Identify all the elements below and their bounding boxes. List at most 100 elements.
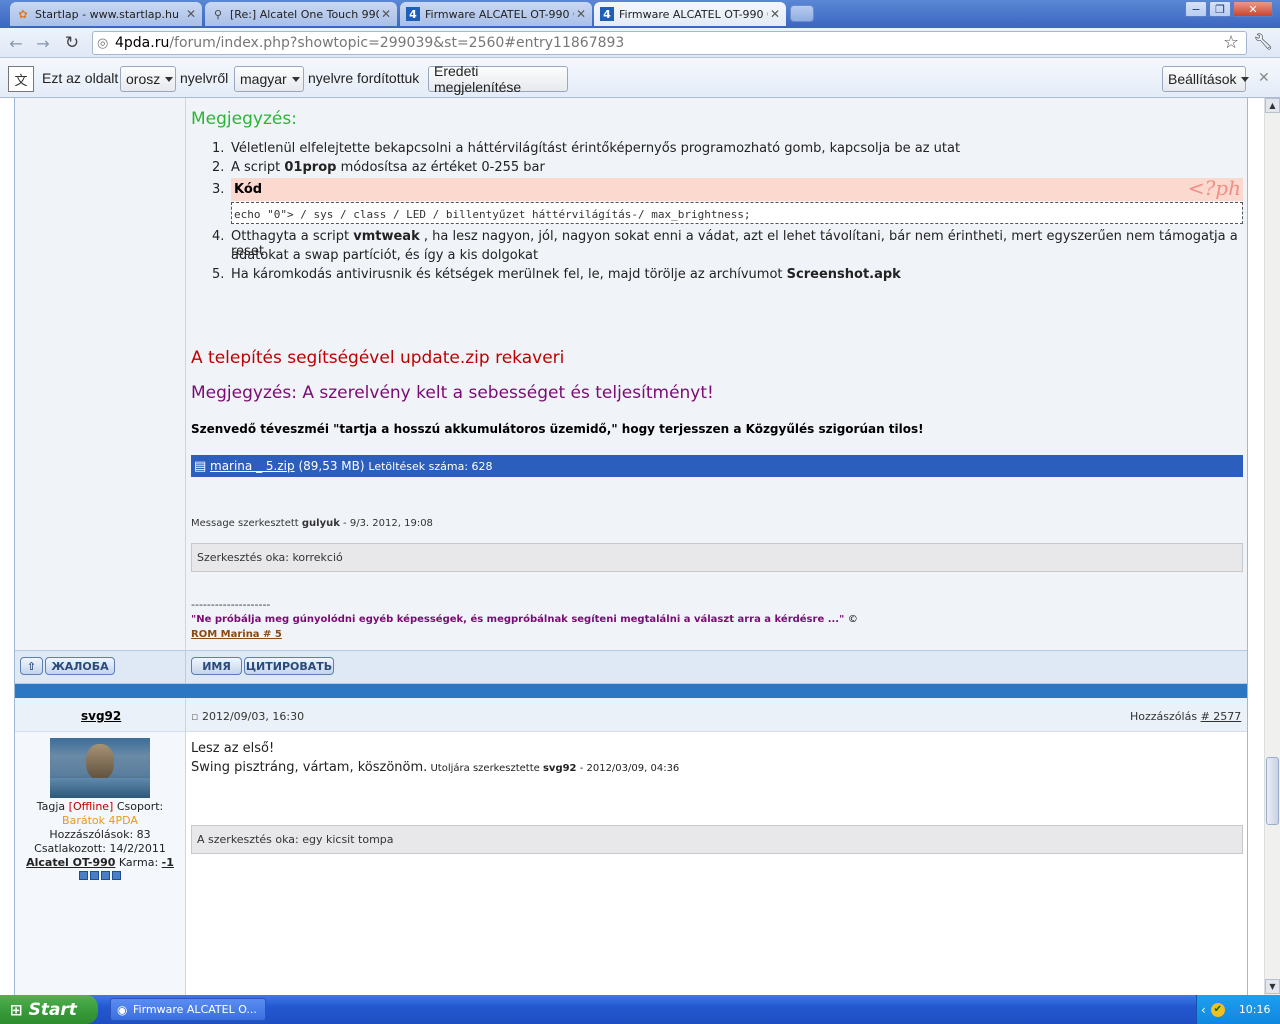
signature-quote: "Ne próbálja meg gúnyolódni egyéb képess… [191,614,858,625]
tab-title: Firmware ALCATEL OT-990 OS [619,7,768,21]
avatar-water [50,778,150,798]
tab-title: Startlap - www.startlap.hu [35,7,179,21]
minimize-button[interactable]: − [1185,1,1207,17]
code-watermark: <?ph [1187,176,1241,200]
4pda-icon: 4 [406,7,420,21]
source-language-value: orosz [126,71,161,87]
signature-link[interactable]: ROM Marina # 5 [191,629,282,640]
complain-button[interactable]: ЖАЛОБА [45,657,115,675]
quote-button[interactable]: ЦИТИРОВАТЬ [244,657,334,675]
back-arrow-icon[interactable]: ← [5,33,27,53]
start-button[interactable]: ⊞ Start [0,995,98,1024]
attachment-link[interactable]: marina _ 5.zip [210,459,295,473]
reload-icon[interactable]: ↻ [61,33,83,53]
chevron-down-icon [291,76,300,82]
post2-line1: Lesz az első! [191,741,275,756]
post-count: Hozzászólások: 83 [49,828,151,841]
tab-firmware-1[interactable]: 4 Firmware ALCATEL OT-990 OS ✕ [400,2,592,26]
avatar [50,738,150,798]
close-window-button[interactable]: ✕ [1233,1,1273,17]
forward-arrow-icon[interactable]: → [32,33,54,53]
chrome-icon: ◉ [117,1002,128,1017]
note2-heading: Megjegyzés: A szerelvény kelt a sebesség… [191,383,714,403]
edit-inline-text: Utoljára szerkesztette [427,763,543,774]
windows-logo-icon: ⊞ [10,1000,23,1019]
attachment-bar: ▤ marina _ 5.zip (89,53 MB) Letöltések s… [191,455,1243,477]
close-icon[interactable]: ✕ [379,7,393,21]
post2-edit-inline: Utoljára szerkesztette svg92 - 2012/03/0… [427,763,679,774]
system-tray: ‹ ✔ 10:16 [1196,995,1280,1024]
status-badge: [Offline] [68,800,114,813]
translate-prefix: Ezt az oldalt [42,70,119,86]
post-number-label: Hozzászólás [1130,710,1198,723]
tab-title: [Re:] Alcatel One Touch 990 - [230,7,379,21]
edit-date: - 2012/03/09, 04:36 [576,763,680,774]
download-count: Letöltések száma: 628 [368,459,493,473]
taskbar-item-chrome[interactable]: ◉ Firmware ALCATEL O... [110,998,266,1021]
edit-reason-box: Szerkesztés oka: korrekció [191,543,1243,572]
tray-expand-icon[interactable]: ‹ [1201,1003,1206,1017]
close-icon[interactable]: ✕ [184,7,198,21]
post2-date: 2012/09/03, 16:30 [201,710,305,723]
post2-text: Swing pisztráng, vártam, köszönöm. [191,760,428,775]
avatar-figure [86,744,114,780]
device-link[interactable]: Alcatel OT-990 [26,856,115,869]
settings-label: Beállítások [1168,71,1237,87]
post2-profile: Tagja [Offline] Csoport: Barátok 4PDA Ho… [15,800,185,880]
address-bar[interactable]: ◎ 4pda.ru/forum/index.php?showtopic=2990… [92,31,1247,55]
scroll-down-arrow-icon[interactable]: ▼ [1265,979,1280,994]
close-translate-bar-icon[interactable]: ✕ [1258,70,1270,86]
target-language-select[interactable]: magyar [234,66,304,92]
page-scrollbar[interactable] [1264,98,1280,995]
edit-date: - 9/3. 2012, 19:08 [339,518,433,529]
clock: 10:16 [1238,1003,1271,1016]
startlap-icon: ✿ [18,7,28,21]
list-number: 3. [212,182,225,197]
member-label: Tagja [36,800,66,813]
tab-firmware-active[interactable]: 4 Firmware ALCATEL OT-990 OS ✕ [594,2,786,26]
new-tab-button[interactable] [790,5,814,22]
chevron-down-icon [165,76,174,82]
scroll-top-icon[interactable]: ⇧ [20,657,43,675]
tab-title: Firmware ALCATEL OT-990 OS [425,7,574,21]
search-icon: ⚲ [213,7,223,21]
list-item-text: Otthagyta a script [231,229,354,244]
bookmark-star-icon[interactable]: ☆ [1223,32,1239,53]
post2-number: Hozzászólás # 2577 [1130,710,1241,723]
post-number-link[interactable]: # 2577 [1201,710,1242,723]
show-original-button[interactable]: Eredeti megjelenítése [428,63,568,95]
scroll-up-arrow-icon[interactable]: ▲ [1265,98,1280,113]
rank-pip [101,871,110,880]
name-button[interactable]: ИМЯ [191,657,242,675]
karma-label: Karma: [115,856,162,869]
restore-button[interactable]: ❐ [1209,1,1231,17]
edit-note-text: Message szerkesztett [191,518,302,529]
post2-date-row: ▫ 2012/09/03, 16:30 [191,710,304,723]
signature-quote-text: "Ne próbálja meg gúnyolódni egyéb képess… [191,614,845,625]
code-header: Kód <?ph [231,176,1243,201]
post2-author[interactable]: svg92 [81,709,121,723]
tab-startlap[interactable]: ✿ Startlap - www.startlap.hu ✕ [10,2,202,26]
rank-pip [112,871,121,880]
wrench-icon[interactable]: 🔧︎ [1253,32,1273,51]
post2-edit-reason: A szerkesztés oka: egy kicsit tompa [191,825,1243,854]
install-heading: A telepítés segítségével update.zip reka… [191,348,565,368]
list-item-text: A script [231,160,285,175]
list-item-4-cont: adatokat a swap partíciót, és így a kis … [231,248,539,263]
close-icon[interactable]: ✕ [768,7,782,21]
file-name: Screenshot.apk [786,267,901,282]
source-language-select[interactable]: orosz [120,66,176,92]
warning-text: Szenvedő téveszméi "tartja a hosszú akku… [191,422,924,436]
scrollbar-thumb[interactable] [1266,757,1279,825]
edit-note: Message szerkesztett gulyuk - 9/3. 2012,… [191,518,433,529]
security-shield-icon[interactable]: ✔ [1210,1002,1225,1017]
list-item-5: Ha káromkodás antivirusnik és kétségek m… [231,267,901,282]
tab-search[interactable]: ⚲ [Re:] Alcatel One Touch 990 - ✕ [205,2,397,26]
list-number: 1. [212,141,225,156]
close-icon[interactable]: ✕ [574,7,588,21]
code-block[interactable]: echo "0"> / sys / class / LED / billenty… [231,202,1243,224]
translate-settings-button[interactable]: Beállítások [1162,66,1250,92]
karma-value[interactable]: -1 [162,856,174,869]
rank-pips [15,871,185,880]
address-host: 4pda.ru [115,35,170,51]
